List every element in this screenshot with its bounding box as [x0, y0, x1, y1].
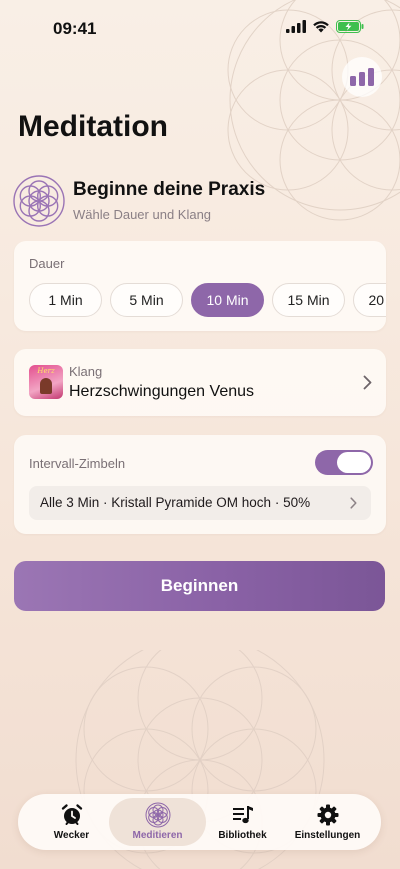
- toggle-knob: [337, 452, 371, 473]
- tab-label-bibliothek: Bibliothek: [218, 830, 267, 841]
- alarm-clock-icon: [61, 804, 82, 825]
- duration-option-15-min[interactable]: 15 Min: [272, 283, 345, 317]
- sound-thumbnail: Herz: [29, 365, 63, 399]
- interval-card: Intervall-Zimbeln Alle 3 Min · Kristall …: [14, 435, 386, 534]
- interval-settings-row[interactable]: Alle 3 Min · Kristall Pyramide OM hoch ·…: [29, 486, 371, 520]
- statistics-button[interactable]: [342, 57, 382, 97]
- status-time: 09:41: [53, 19, 97, 38]
- tab-einstellungen[interactable]: Einstellungen: [279, 798, 376, 846]
- music-list-icon: [232, 806, 253, 824]
- sound-name: Herzschwingungen Venus: [69, 383, 255, 400]
- start-button[interactable]: Beginnen: [14, 561, 385, 611]
- interval-label: Intervall-Zimbeln: [29, 456, 126, 471]
- hero-title: Beginne deine Praxis: [73, 179, 266, 200]
- duration-option-10-min[interactable]: 10 Min: [191, 283, 264, 317]
- duration-option-1-min[interactable]: 1 Min: [29, 283, 102, 317]
- tab-label-wecker: Wecker: [53, 830, 90, 841]
- interval-toggle[interactable]: [315, 450, 373, 475]
- duration-option-5-min[interactable]: 5 Min: [110, 283, 183, 317]
- tab-meditieren[interactable]: Meditieren: [109, 798, 206, 846]
- tab-label-einstellungen: Einstellungen: [294, 830, 361, 841]
- wifi-icon: [313, 21, 329, 33]
- chevron-right-icon: [350, 497, 357, 509]
- flower-of-life-icon: [145, 802, 170, 828]
- chevron-right-icon: [363, 375, 372, 390]
- cellular-signal-icon: [286, 20, 306, 33]
- duration-label: Dauer: [29, 256, 65, 271]
- flower-of-life-icon: [13, 175, 65, 227]
- tab-bar: Wecker Meditieren Bibliothek Einstellung…: [18, 794, 381, 850]
- duration-card: Dauer 1 Min 5 Min 10 Min 15 Min 20 Min: [14, 241, 386, 331]
- gear-icon: [317, 804, 338, 826]
- sound-selector[interactable]: Herz Klang Herzschwingungen Venus: [14, 349, 386, 416]
- sound-thumbnail-figure: [40, 378, 52, 394]
- hero-section: Beginne deine Praxis Wähle Dauer und Kla…: [12, 174, 388, 228]
- status-icons: [286, 20, 364, 33]
- sound-label: Klang: [69, 364, 103, 379]
- page-title: Meditation: [18, 110, 168, 143]
- duration-option-20-min[interactable]: 20 Min: [353, 283, 386, 317]
- interval-summary: Alle 3 Min · Kristall Pyramide OM hoch ·…: [40, 495, 311, 510]
- duration-options: 1 Min 5 Min 10 Min 15 Min 20 Min: [29, 283, 386, 317]
- bar-chart-icon: [350, 68, 374, 86]
- tab-wecker[interactable]: Wecker: [23, 798, 120, 846]
- tab-bibliothek[interactable]: Bibliothek: [194, 798, 291, 846]
- status-bar: 09:41: [0, 0, 400, 56]
- battery-charging-icon: [336, 20, 364, 33]
- tab-label-meditieren: Meditieren: [132, 830, 183, 841]
- sound-thumbnail-text: Herz: [37, 367, 55, 375]
- hero-subtitle: Wähle Dauer und Klang: [73, 207, 212, 222]
